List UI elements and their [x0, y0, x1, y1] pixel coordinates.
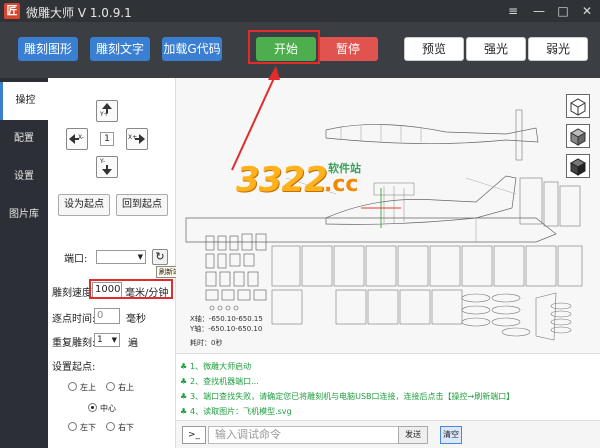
- watermark-logo-number: 3322: [236, 160, 328, 200]
- command-input[interactable]: 输入调试命令: [208, 426, 404, 444]
- send-button[interactable]: 发送: [398, 426, 428, 444]
- cube-wireframe-icon: [570, 98, 586, 116]
- origin-top-right-label: 右上: [118, 383, 134, 392]
- dwell-unit: 毫秒: [126, 314, 146, 325]
- engraving-canvas[interactable]: X轴：-650.10-650.15 Y轴：-650.10-650.10 耗时：0…: [176, 78, 600, 354]
- watermark-logo-tagline: 软件站: [328, 162, 361, 175]
- repeat-select[interactable]: 1 ▼: [94, 333, 120, 347]
- title-bar: 匠 微雕大师 V 1.0.9.1 ≡ — □ ✕: [0, 0, 600, 22]
- log-line: ♣ 4、读取图片：飞机模型.svg: [180, 407, 292, 416]
- view-solid-button[interactable]: [566, 124, 590, 148]
- weak-light-button[interactable]: 弱光: [528, 37, 588, 61]
- jog-y-plus-label: Y+: [100, 111, 109, 118]
- repeat-value: 1: [97, 335, 103, 345]
- refresh-icon: ↻: [155, 250, 165, 263]
- chevron-down-icon: ▼: [137, 253, 143, 261]
- engrave-image-button[interactable]: 雕刻图形: [18, 37, 78, 61]
- elapsed-time-readout: 耗时：0秒: [190, 339, 223, 347]
- origin-bottom-right-label: 右下: [118, 423, 134, 432]
- tab-image-library[interactable]: 图片库: [0, 196, 48, 234]
- jog-y-minus-label: Y-: [100, 158, 106, 165]
- command-bar: >_ 输入调试命令 发送 清空: [176, 420, 600, 448]
- origin-center-label: 中心: [100, 404, 116, 413]
- app-logo-icon: 匠: [4, 3, 20, 19]
- jog-x-minus-button[interactable]: [66, 128, 88, 150]
- port-label: 端口:: [64, 254, 88, 265]
- jog-x-plus-label: X+: [128, 134, 138, 141]
- view-wireframe-button[interactable]: [566, 94, 590, 118]
- origin-label: 设置起点:: [52, 362, 96, 373]
- jog-step-value[interactable]: 1: [100, 132, 114, 146]
- tree-icon: ♣: [180, 392, 188, 401]
- engrave-text-button[interactable]: 雕刻文字: [90, 37, 150, 61]
- control-panel: Y+ X- 1 X+ Y- 设为起点 回到起点 端口: ▼ ↻ 雕刻速度: 10…: [48, 78, 176, 448]
- origin-top-left-radio[interactable]: [68, 382, 77, 391]
- log-line: ♣ 3、端口查找失败，请确定您已将雕刻机与电脑USB口连接，连接后点击【操控→刷新…: [180, 392, 515, 401]
- start-highlight-box: [248, 30, 320, 64]
- log-line: ♣ 2、查找机器端口...: [180, 377, 259, 386]
- tab-config[interactable]: 配置: [0, 120, 48, 158]
- origin-bottom-left-label: 左下: [80, 423, 96, 432]
- view-dark-button[interactable]: [566, 154, 590, 178]
- maximize-icon[interactable]: □: [554, 2, 572, 20]
- x-axis-readout: X轴：-650.10-650.15: [190, 315, 263, 323]
- dwell-input[interactable]: 0: [94, 308, 120, 324]
- close-icon[interactable]: ✕: [578, 2, 596, 20]
- window-title: 微雕大师 V 1.0.9.1: [26, 6, 132, 20]
- dwell-label: 逐点时间:: [52, 314, 96, 325]
- clear-button[interactable]: 清空: [440, 426, 462, 444]
- cube-solid-icon: [569, 128, 587, 146]
- origin-top-left-label: 左上: [80, 383, 96, 392]
- side-tab-bar: 操控 配置 设置 图片库: [0, 78, 48, 448]
- tab-control[interactable]: 操控: [0, 82, 48, 120]
- set-origin-button[interactable]: 设为起点: [58, 194, 110, 216]
- repeat-label: 重复雕刻:: [52, 338, 96, 349]
- load-gcode-button[interactable]: 加载G代码: [162, 37, 222, 61]
- strong-light-button[interactable]: 强光: [466, 37, 526, 61]
- speed-highlight-box: [89, 279, 173, 299]
- airplane-parts-drawing: [185, 109, 583, 341]
- port-select[interactable]: ▼: [96, 250, 146, 264]
- origin-center-radio[interactable]: [88, 403, 97, 412]
- minimize-icon[interactable]: —: [530, 2, 548, 20]
- pause-button[interactable]: 暂停: [318, 37, 378, 61]
- tab-settings[interactable]: 设置: [0, 158, 48, 196]
- return-origin-button[interactable]: 回到起点: [116, 194, 168, 216]
- arrow-left-icon: [69, 134, 79, 144]
- origin-bottom-left-radio[interactable]: [68, 422, 77, 431]
- tree-icon: ♣: [180, 377, 188, 386]
- y-axis-readout: Y轴：-650.10-650.10: [190, 325, 263, 333]
- tree-icon: ♣: [180, 362, 188, 371]
- origin-top-right-radio[interactable]: [106, 382, 115, 391]
- jog-x-minus-label: X-: [78, 134, 84, 141]
- log-panel: ♣ 1、微雕大师启动 ♣ 2、查找机器端口... ♣ 3、端口查找失败，请确定您已将雕…: [176, 358, 600, 420]
- origin-bottom-right-radio[interactable]: [106, 422, 115, 431]
- tree-icon: ♣: [180, 407, 188, 416]
- menu-icon[interactable]: ≡: [504, 2, 522, 20]
- prompt-icon: >_: [182, 426, 206, 444]
- refresh-port-button[interactable]: ↻: [152, 249, 168, 265]
- repeat-unit: 遍: [128, 338, 138, 349]
- cube-dark-icon: [569, 158, 587, 176]
- preview-button[interactable]: 预览: [404, 37, 464, 61]
- log-line: ♣ 1、微雕大师启动: [180, 362, 252, 371]
- chevron-down-icon: ▼: [111, 336, 117, 344]
